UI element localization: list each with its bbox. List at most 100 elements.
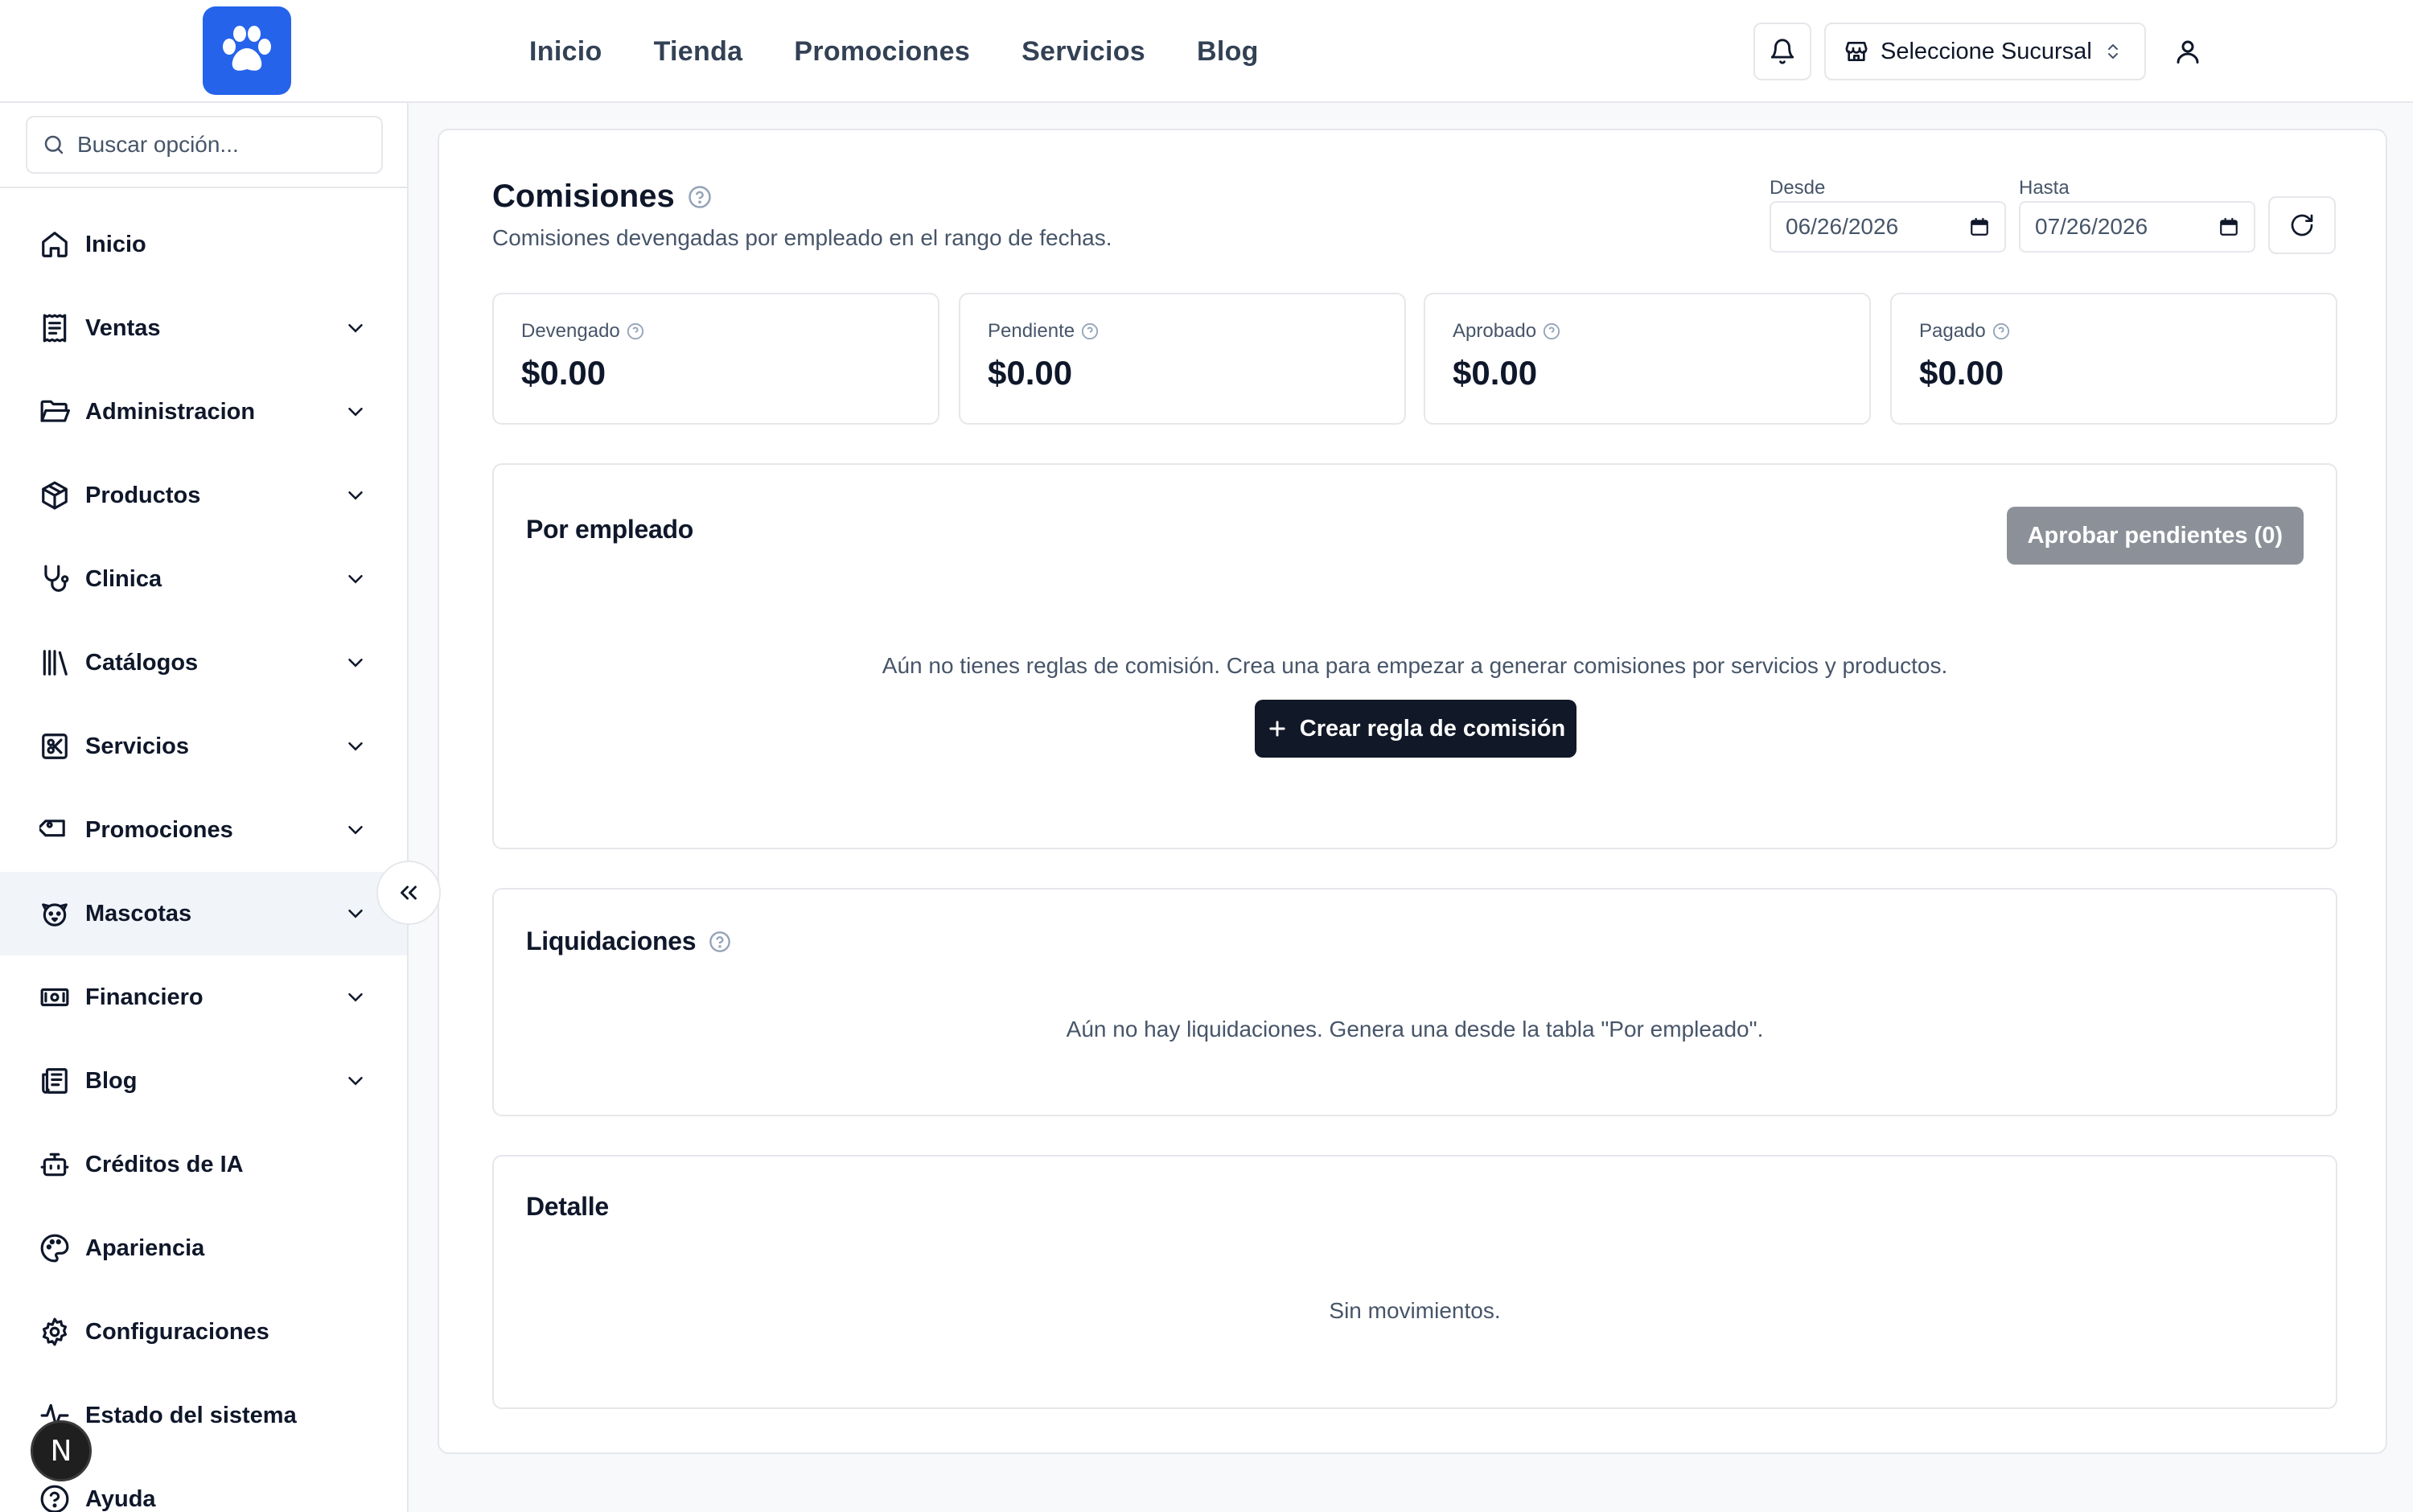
stat-value: $0.00	[1453, 354, 1538, 392]
stat-card-pagado: Pagado $0.00	[1890, 293, 2337, 425]
from-date-label: Desde	[1770, 177, 1826, 199]
sidebar-item-productos[interactable]: Productos	[0, 454, 407, 537]
stat-value: $0.00	[521, 354, 606, 392]
stat-label: Aprobado	[1453, 320, 1842, 343]
empty-state-text: Aún no tienes reglas de comisión. Crea u…	[882, 653, 1948, 678]
section-title: Liquidaciones	[526, 927, 731, 956]
newspaper-icon	[37, 1063, 72, 1099]
stat-value: $0.00	[1919, 354, 2004, 392]
search-input[interactable]	[77, 132, 367, 158]
chevron-down-icon	[341, 481, 370, 510]
sidebar-item-inicio[interactable]: Inicio	[0, 203, 407, 286]
nav-servicios[interactable]: Servicios	[1022, 36, 1145, 68]
to-date-label: Hasta	[2019, 177, 2070, 199]
stat-label-text: Aprobado	[1453, 320, 1537, 342]
chevron-down-icon	[341, 983, 370, 1012]
help-icon[interactable]	[709, 931, 731, 953]
from-date-value: 06/26/2026	[1786, 214, 1899, 239]
empty-state-text: Sin movimientos.	[1329, 1298, 1501, 1323]
sidebar-item-label: Catálogos	[85, 649, 199, 676]
stat-label-text: Pendiente	[988, 320, 1075, 342]
sidebar-item-mascotas[interactable]: Mascotas	[0, 872, 407, 955]
branch-selector[interactable]: Seleccione Sucursal	[1824, 23, 2146, 80]
sidebar-search[interactable]	[26, 116, 383, 174]
nav-tienda[interactable]: Tienda	[654, 36, 743, 68]
by-employee-section: Por empleado Aprobar pendientes (0) Aún …	[492, 463, 2337, 849]
create-commission-rule-label: Crear regla de comisión	[1299, 715, 1566, 742]
help-icon[interactable]	[688, 185, 712, 209]
chevron-down-icon	[341, 732, 370, 761]
nav-promociones[interactable]: Promociones	[794, 36, 970, 68]
stat-value: $0.00	[988, 354, 1073, 392]
detail-section: Detalle Sin movimientos.	[492, 1155, 2337, 1409]
sidebar-item-creditos-ia[interactable]: Créditos de IA	[0, 1123, 407, 1206]
stat-card-devengado: Devengado $0.00	[492, 293, 939, 425]
stat-card-aprobado: Aprobado $0.00	[1424, 293, 1871, 425]
help-icon[interactable]	[1543, 323, 1560, 340]
sidebar-item-promociones[interactable]: Promociones	[0, 788, 407, 872]
create-commission-rule-button[interactable]: Crear regla de comisión	[1255, 700, 1576, 758]
sidebar-item-administracion[interactable]: Administracion	[0, 370, 407, 454]
refresh-button[interactable]	[2268, 196, 2336, 254]
package-icon	[37, 478, 72, 513]
settlements-section: Liquidaciones Aún no hay liquidaciones. …	[492, 888, 2337, 1116]
sidebar-divider	[0, 187, 407, 188]
receipt-icon	[37, 310, 72, 346]
dev-tools-badge[interactable]: N	[31, 1420, 92, 1481]
chevron-down-icon	[341, 1066, 370, 1095]
palette-icon	[37, 1231, 72, 1266]
sidebar-item-configuraciones[interactable]: Configuraciones	[0, 1290, 407, 1374]
paw-logo-icon[interactable]	[203, 6, 291, 95]
sidebar-item-label: Ventas	[85, 314, 161, 341]
sidebar-item-label: Clinica	[85, 565, 162, 592]
sidebar-menu: Inicio Ventas Administracion Productos C…	[0, 203, 407, 1512]
library-icon	[37, 645, 72, 680]
banknote-icon	[37, 980, 72, 1015]
sidebar-item-blog[interactable]: Blog	[0, 1039, 407, 1123]
nav-blog[interactable]: Blog	[1197, 36, 1259, 68]
sidebar-item-label: Créditos de IA	[85, 1151, 244, 1177]
calendar-icon[interactable]	[1969, 216, 1990, 237]
sidebar-item-label: Financiero	[85, 984, 203, 1010]
to-date-input[interactable]: 07/26/2026	[2019, 201, 2255, 253]
sidebar-item-label: Servicios	[85, 733, 189, 759]
bell-icon	[1770, 39, 1794, 64]
stat-card-pendiente: Pendiente $0.00	[959, 293, 1406, 425]
notifications-button[interactable]	[1753, 23, 1811, 80]
sidebar-item-servicios[interactable]: Servicios	[0, 705, 407, 788]
search-icon	[44, 135, 64, 154]
branch-selector-label: Seleccione Sucursal	[1881, 38, 2092, 64]
tag-icon	[37, 812, 72, 848]
chevron-down-icon	[341, 816, 370, 844]
sidebar-item-apariencia[interactable]: Apariencia	[0, 1206, 407, 1290]
section-title-text: Liquidaciones	[526, 927, 697, 955]
sidebar-item-label: Productos	[85, 482, 201, 508]
plus-icon	[1269, 721, 1285, 737]
help-icon[interactable]	[1081, 323, 1099, 340]
sidebar-item-label: Mascotas	[85, 900, 192, 927]
stat-label: Pagado	[1919, 320, 2308, 343]
page-subtitle: Comisiones devengadas por empleado en el…	[492, 225, 1112, 250]
user-icon	[2177, 40, 2199, 64]
sidebar-item-clinica[interactable]: Clinica	[0, 537, 407, 621]
dev-tools-badge-label: N	[50, 1434, 72, 1468]
collapse-sidebar-button[interactable]	[376, 861, 441, 925]
scissors-square-icon	[37, 729, 72, 764]
to-date-value: 07/26/2026	[2035, 214, 2148, 239]
help-icon[interactable]	[627, 323, 644, 340]
nav-inicio[interactable]: Inicio	[529, 36, 602, 68]
stat-label: Pendiente	[988, 320, 1377, 343]
section-title: Por empleado	[526, 515, 694, 544]
user-menu-button[interactable]	[2164, 27, 2212, 76]
calendar-icon[interactable]	[2218, 216, 2239, 237]
from-date-input[interactable]: 06/26/2026	[1770, 201, 2006, 253]
sidebar-item-catalogos[interactable]: Catálogos	[0, 621, 407, 705]
chevrons-left-icon	[401, 885, 417, 900]
sidebar-item-financiero[interactable]: Financiero	[0, 955, 407, 1039]
help-icon[interactable]	[1992, 323, 2010, 340]
sidebar-item-label: Inicio	[85, 231, 146, 257]
approve-pending-button[interactable]: Aprobar pendientes (0)	[2006, 507, 2304, 565]
chevron-down-icon	[341, 565, 370, 594]
sidebar-item-ventas[interactable]: Ventas	[0, 286, 407, 370]
empty-state-text: Aún no hay liquidaciones. Genera una des…	[1066, 1017, 1764, 1042]
